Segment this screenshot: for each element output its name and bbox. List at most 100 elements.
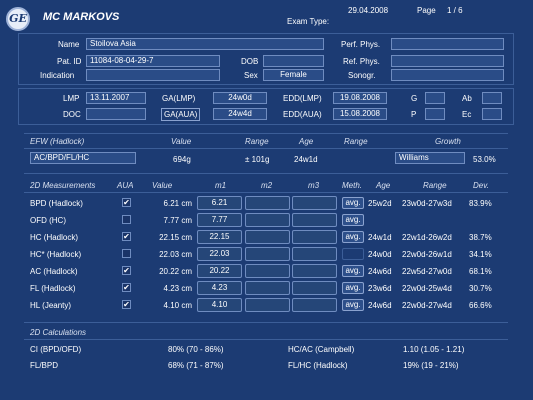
measurement-value: 20.22 cm xyxy=(159,267,192,276)
meas-header-line xyxy=(24,192,508,193)
measurement-value: 22.03 cm xyxy=(159,250,192,259)
g-field[interactable] xyxy=(425,92,445,104)
ci-label: CI (BPD/OFD) xyxy=(30,345,82,354)
dob-field[interactable] xyxy=(263,55,324,67)
indication-field[interactable] xyxy=(86,69,220,81)
ref-phys-label: Ref. Phys. xyxy=(343,57,380,66)
m1-field[interactable]: 20.22 xyxy=(197,264,242,278)
ec-label: Ec xyxy=(462,110,472,119)
efw-range2-header: Range xyxy=(344,137,368,146)
perf-phys-field[interactable] xyxy=(391,38,504,50)
calc-header-line xyxy=(24,339,508,340)
measurement-name: FL (Hadlock) xyxy=(30,284,76,293)
method-button[interactable]: avg. xyxy=(342,299,364,311)
efw-formula-field[interactable]: AC/BPD/FL/HC xyxy=(30,152,136,164)
efw-header-line xyxy=(24,148,508,149)
ref-phys-field[interactable] xyxy=(391,55,504,67)
name-label: Name xyxy=(58,40,80,49)
m3-field[interactable] xyxy=(292,247,337,261)
method-button[interactable] xyxy=(342,248,364,260)
m1-field[interactable]: 4.23 xyxy=(197,281,242,295)
efw-range-header: Range xyxy=(245,137,269,146)
aua-checkbox[interactable]: ✔ xyxy=(122,300,131,309)
meas-header-dev: Dev. xyxy=(473,181,489,190)
m2-field[interactable] xyxy=(245,230,290,244)
m1-field[interactable]: 7.77 xyxy=(197,213,242,227)
age-range: 22w0d-27w4d xyxy=(402,301,452,310)
aua-checkbox[interactable]: ✔ xyxy=(122,232,131,241)
aua-checkbox[interactable] xyxy=(122,249,131,258)
sex-label: Sex xyxy=(244,71,258,80)
m2-field[interactable] xyxy=(245,196,290,210)
fl-bpd-label: FL/BPD xyxy=(30,361,59,370)
m1-field[interactable]: 22.15 xyxy=(197,230,242,244)
aua-checkbox[interactable]: ✔ xyxy=(122,283,131,292)
efw-range: ± 101g xyxy=(245,155,270,164)
m3-field[interactable] xyxy=(292,281,337,295)
deviation-percent: 68.1% xyxy=(469,267,492,276)
doc-label: DOC xyxy=(63,110,81,119)
m3-field[interactable] xyxy=(292,230,337,244)
method-button[interactable]: avg. xyxy=(342,265,364,277)
m3-field[interactable] xyxy=(292,196,337,210)
meas-header-aua: AUA xyxy=(117,181,134,190)
name-field[interactable]: Stoilova Asia xyxy=(86,38,324,50)
m3-field[interactable] xyxy=(292,213,337,227)
m2-field[interactable] xyxy=(245,213,290,227)
aua-checkbox[interactable] xyxy=(122,215,131,224)
age-range: 23w0d-27w3d xyxy=(402,199,452,208)
deviation-percent: 83.9% xyxy=(469,199,492,208)
gestational-age: 24w0d xyxy=(368,250,392,259)
ab-field[interactable] xyxy=(482,92,502,104)
meas-header-value: Value xyxy=(152,181,173,190)
dob-label: DOB xyxy=(241,57,259,66)
gestational-age: 23w6d xyxy=(368,284,392,293)
m2-field[interactable] xyxy=(245,281,290,295)
measurement-name: HC (Hadlock) xyxy=(30,233,79,242)
ci-value: 80% (70 - 86%) xyxy=(168,345,224,354)
doc-field[interactable] xyxy=(86,108,146,120)
app-title: MC MARKOVS xyxy=(43,11,120,23)
efw-value: 694g xyxy=(173,155,191,164)
patid-field[interactable]: 11084-08-04-29-7 xyxy=(86,55,220,67)
exam-type-label: Exam Type: xyxy=(287,17,330,26)
measurement-value: 6.21 cm xyxy=(163,199,192,208)
p-label: P xyxy=(411,110,417,119)
m3-field[interactable] xyxy=(292,264,337,278)
p-field[interactable] xyxy=(425,108,445,120)
method-button[interactable]: avg. xyxy=(342,282,364,294)
method-button[interactable]: avg. xyxy=(342,231,364,243)
gestational-age: 24w1d xyxy=(368,233,392,242)
m1-field[interactable]: 6.21 xyxy=(197,196,242,210)
aua-checkbox[interactable]: ✔ xyxy=(122,198,131,207)
growth-ref-field[interactable]: Williams xyxy=(395,152,465,164)
lmp-field[interactable]: 13.11.2007 xyxy=(86,92,146,104)
m1-field[interactable]: 4.10 xyxy=(197,298,242,312)
m1-field[interactable]: 22.03 xyxy=(197,247,242,261)
sonographer-label: Sonogr. xyxy=(348,71,376,80)
method-button[interactable]: avg. xyxy=(342,214,364,226)
meas-header-range: Range xyxy=(423,181,447,190)
m3-field[interactable] xyxy=(292,298,337,312)
ec-field[interactable] xyxy=(482,108,502,120)
sex-field[interactable]: Female xyxy=(263,69,324,81)
sonographer-field[interactable] xyxy=(391,69,504,81)
age-range: 22w1d-26w2d xyxy=(402,233,452,242)
m2-field[interactable] xyxy=(245,298,290,312)
age-range: 22w5d-27w0d xyxy=(402,267,452,276)
deviation-percent: 34.1% xyxy=(469,250,492,259)
measurement-name: HC* (Hadlock) xyxy=(30,250,82,259)
gestational-age: 25w2d xyxy=(368,199,392,208)
method-button[interactable]: avg. xyxy=(342,197,364,209)
ga-aua-field: 24w4d xyxy=(213,108,267,120)
age-range: 22w0d-25w4d xyxy=(402,284,452,293)
m2-field[interactable] xyxy=(245,247,290,261)
measurement-value: 4.23 cm xyxy=(163,284,192,293)
edd-aua-field: 15.08.2008 xyxy=(333,108,387,120)
measurement-name: AC (Hadlock) xyxy=(30,267,78,276)
fl-bpd-value: 68% (71 - 87%) xyxy=(168,361,224,370)
m2-field[interactable] xyxy=(245,264,290,278)
indication-label: Indication xyxy=(40,71,75,80)
aua-checkbox[interactable]: ✔ xyxy=(122,266,131,275)
deviation-percent: 30.7% xyxy=(469,284,492,293)
